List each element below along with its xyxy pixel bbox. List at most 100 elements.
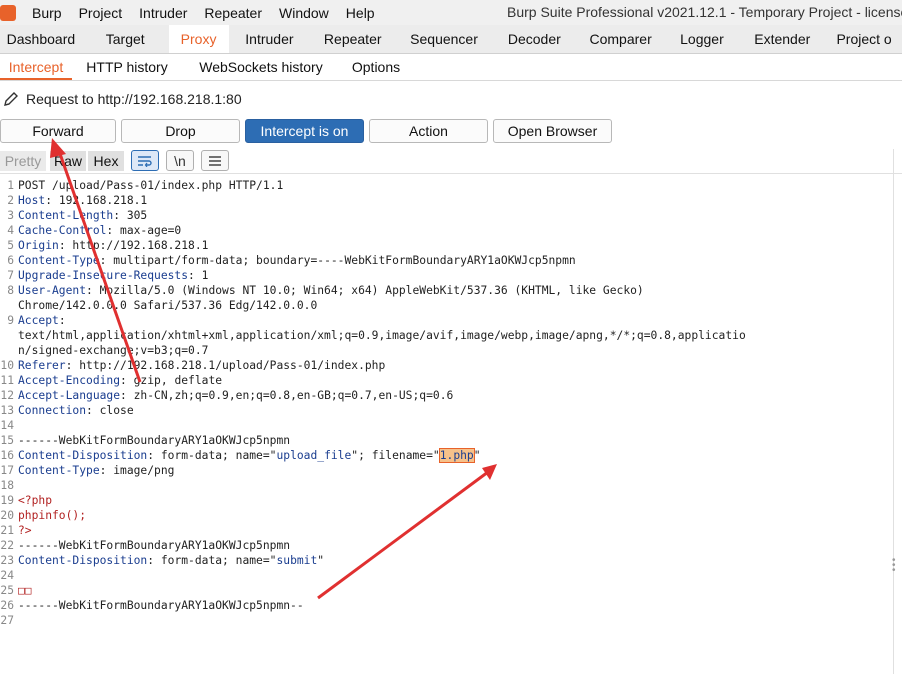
line-text: : 192.168.218.1 xyxy=(45,194,148,207)
request-line[interactable]: <?php xyxy=(18,493,883,508)
line-text: : multipart/form-data; boundary=----WebK… xyxy=(99,254,576,267)
line-text: : gzip, deflate xyxy=(120,374,223,387)
header-name: Cache-Control xyxy=(18,224,107,237)
request-line[interactable]: phpinfo(); xyxy=(18,508,883,523)
request-line[interactable]: Content-Type: multipart/form-data; bound… xyxy=(18,253,883,268)
action-button[interactable]: Action xyxy=(369,119,488,143)
line-number: 24 xyxy=(0,569,14,582)
request-line[interactable]: Connection: close xyxy=(18,403,883,418)
request-line[interactable]: User-Agent: Mozilla/5.0 (Windows NT 10.0… xyxy=(18,283,883,298)
request-line[interactable] xyxy=(18,568,883,583)
menu-repeater[interactable]: Repeater xyxy=(204,5,262,21)
request-line[interactable]: Content-Disposition: form-data; name="up… xyxy=(18,448,883,463)
request-line[interactable]: ------WebKitFormBoundaryARY1aOKWJcp5npmn xyxy=(18,538,883,553)
request-line[interactable]: n/signed-exchange;v=b3;q=0.7 xyxy=(18,343,883,358)
header-name: Accept-Encoding xyxy=(18,374,121,387)
view-raw-tab[interactable]: Raw xyxy=(50,151,86,171)
menu-window[interactable]: Window xyxy=(279,5,329,21)
request-line[interactable]: Content-Type: image/png xyxy=(18,463,883,478)
header-name: Accept xyxy=(18,314,59,327)
drop-button[interactable]: Drop xyxy=(121,119,240,143)
intercept-toggle-button[interactable]: Intercept is on xyxy=(245,119,364,143)
line-number: 9 xyxy=(7,314,14,327)
menu-intruder[interactable]: Intruder xyxy=(139,5,187,21)
line-number: 6 xyxy=(7,254,14,267)
request-line[interactable] xyxy=(18,613,883,628)
request-line[interactable]: Referer: http://192.168.218.1/upload/Pas… xyxy=(18,358,883,373)
header-name: User-Agent xyxy=(18,284,87,297)
pane-resize-handle-icon[interactable]: • • • xyxy=(892,556,896,576)
request-line[interactable]: Accept-Encoding: gzip, deflate xyxy=(18,373,883,388)
tab-repeater[interactable]: Repeater xyxy=(310,25,395,53)
menu-help[interactable]: Help xyxy=(346,5,375,21)
tab-websockets-history[interactable]: WebSockets history xyxy=(182,54,340,80)
request-line[interactable] xyxy=(18,418,883,433)
request-line[interactable]: Upgrade-Insecure-Requests: 1 xyxy=(18,268,883,283)
line-text: : http://192.168.218.1/upload/Pass-01/in… xyxy=(65,359,386,372)
open-browser-button[interactable]: Open Browser xyxy=(493,119,612,143)
tab-extender[interactable]: Extender xyxy=(738,25,826,53)
tab-http-history[interactable]: HTTP history xyxy=(72,54,182,80)
request-body-text[interactable]: POST /upload/Pass-01/index.php HTTP/1.1 H… xyxy=(18,178,883,628)
tab-intercept[interactable]: Intercept xyxy=(0,54,72,80)
tab-sequencer[interactable]: Sequencer xyxy=(395,25,493,53)
tab-decoder[interactable]: Decoder xyxy=(493,25,576,53)
header-name: Upgrade-Insecure-Requests xyxy=(18,269,189,282)
request-line[interactable]: ------WebKitFormBoundaryARY1aOKWJcp5npmn xyxy=(18,433,883,448)
menu-project[interactable]: Project xyxy=(79,5,123,21)
header-name: Connection xyxy=(18,404,87,417)
intercept-button-row: Forward Drop Intercept is on Action Open… xyxy=(0,117,902,145)
line-text: : xyxy=(58,314,66,327)
forward-button[interactable]: Forward xyxy=(0,119,116,143)
menu-bar: Burp Project Intruder Repeater Window He… xyxy=(0,0,902,25)
request-line[interactable]: POST /upload/Pass-01/index.php HTTP/1.1 xyxy=(18,178,883,193)
wrap-lines-icon[interactable] xyxy=(131,150,159,171)
line-number: 25 xyxy=(0,584,14,597)
tab-intruder[interactable]: Intruder xyxy=(229,25,311,53)
show-newlines-button[interactable]: \n xyxy=(166,150,194,171)
tab-target[interactable]: Target xyxy=(82,25,169,53)
request-line[interactable]: Accept-Language: zh-CN,zh;q=0.9,en;q=0.8… xyxy=(18,388,883,403)
line-number: 13 xyxy=(0,404,14,417)
view-pretty-tab[interactable]: Pretty xyxy=(0,151,46,171)
request-line[interactable]: Chrome/142.0.0.0 Safari/537.36 Edg/142.0… xyxy=(18,298,883,313)
line-number xyxy=(0,328,14,343)
request-line[interactable] xyxy=(18,478,883,493)
line-text: : 1 xyxy=(188,269,209,282)
line-text: n/signed-exchange;v=b3;q=0.7 xyxy=(18,344,209,357)
tab-project-options[interactable]: Project o xyxy=(826,25,902,53)
header-name: Content-Type xyxy=(18,464,100,477)
request-line[interactable]: Host: 192.168.218.1 xyxy=(18,193,883,208)
line-text: ------WebKitFormBoundaryARY1aOKWJcp5npmn xyxy=(18,434,291,447)
line-text: text/html,application/xhtml+xml,applicat… xyxy=(18,329,746,342)
header-name: Content-Disposition xyxy=(18,554,148,567)
line-number xyxy=(0,343,14,358)
request-line[interactable]: Cache-Control: max-age=0 xyxy=(18,223,883,238)
line-number: 27 xyxy=(0,614,14,627)
request-line[interactable]: □□ xyxy=(18,583,883,598)
request-line[interactable]: Accept: xyxy=(18,313,883,328)
tab-proxy[interactable]: Proxy xyxy=(168,25,229,53)
line-text: : max-age=0 xyxy=(106,224,182,237)
tab-logger[interactable]: Logger xyxy=(666,25,739,53)
line-text: ?> xyxy=(18,524,32,537)
menu-burp[interactable]: Burp xyxy=(32,5,62,21)
request-line[interactable]: Origin: http://192.168.218.1 xyxy=(18,238,883,253)
line-number: 2 xyxy=(7,194,14,207)
tab-dashboard[interactable]: Dashboard xyxy=(0,25,82,53)
hamburger-menu-icon[interactable] xyxy=(201,150,229,171)
request-line[interactable]: Content-Length: 305 xyxy=(18,208,883,223)
request-line[interactable]: ?> xyxy=(18,523,883,538)
line-text: ------WebKitFormBoundaryARY1aOKWJcp5npmn… xyxy=(18,599,304,612)
request-line[interactable]: text/html,application/xhtml+xml,applicat… xyxy=(18,328,883,343)
header-name: Accept-Language xyxy=(18,389,121,402)
tab-options[interactable]: Options xyxy=(340,54,412,80)
editor-right-divider xyxy=(893,149,894,674)
tab-comparer[interactable]: Comparer xyxy=(576,25,666,53)
pencil-icon[interactable] xyxy=(2,90,20,108)
request-line[interactable]: ------WebKitFormBoundaryARY1aOKWJcp5npmn… xyxy=(18,598,883,613)
line-text: : form-data; name=" xyxy=(147,449,277,462)
view-hex-tab[interactable]: Hex xyxy=(88,151,124,171)
line-text: phpinfo(); xyxy=(18,509,87,522)
request-line[interactable]: Content-Disposition: form-data; name="su… xyxy=(18,553,883,568)
